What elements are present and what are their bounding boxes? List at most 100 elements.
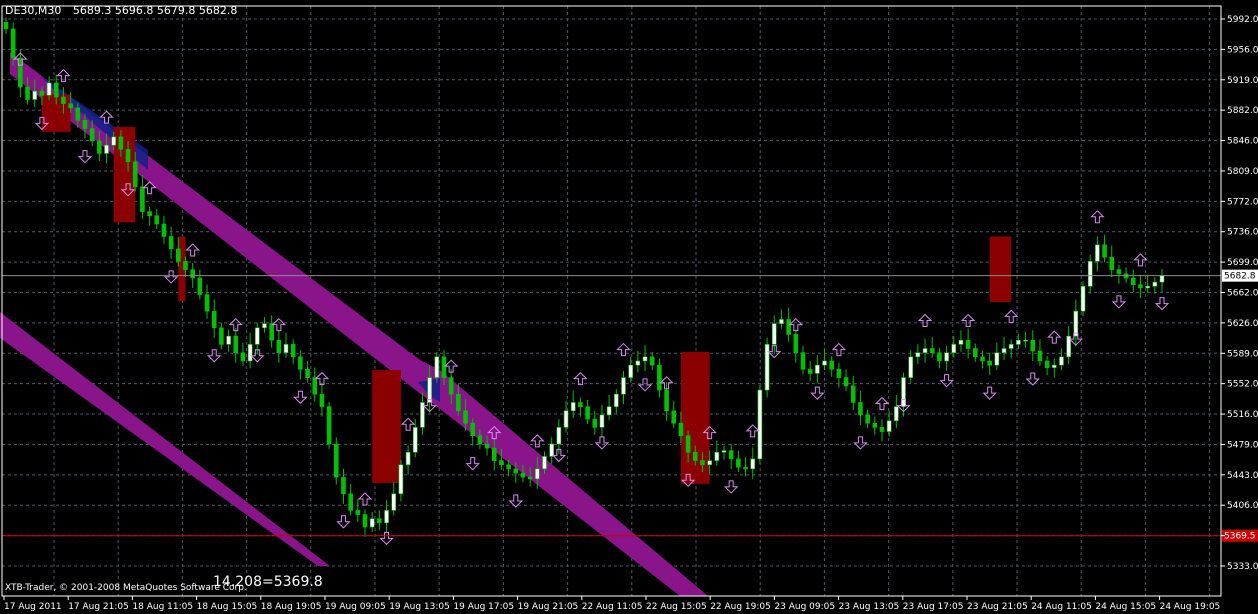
candle-body	[326, 406, 332, 445]
candle-body	[68, 103, 73, 109]
candle-body	[721, 450, 727, 453]
candle-body	[520, 472, 526, 478]
candle-body	[929, 348, 935, 353]
red-zone-box	[989, 236, 1012, 303]
candle-body	[1037, 350, 1043, 362]
x-tick-label: 22 Aug 15:05	[646, 602, 707, 612]
candle-body	[412, 427, 418, 453]
symbol-header: DE30,M30 5689.3 5696.8 5679.8 5682.8	[5, 4, 237, 17]
candle-body	[32, 90, 38, 100]
candle-body	[247, 344, 253, 362]
candle-body	[104, 144, 109, 154]
candle-body	[39, 90, 45, 96]
candle-body	[355, 510, 361, 515]
candle-body	[1130, 277, 1136, 285]
x-tick-label: 22 Aug 19:05	[710, 602, 771, 612]
candle-body	[312, 377, 318, 395]
y-tick-label: 5736.0	[1227, 228, 1258, 238]
candle-body	[901, 377, 906, 407]
candle-body	[305, 368, 310, 378]
candle-body	[628, 364, 633, 378]
candle-body	[678, 422, 684, 436]
candle-body	[53, 82, 59, 98]
candle-body	[448, 377, 454, 395]
candle-body	[405, 451, 411, 466]
x-tick-label: 17 Aug 2011	[4, 602, 62, 612]
candle-body	[161, 223, 167, 237]
candle-body	[1016, 339, 1021, 345]
candle-body	[843, 377, 849, 387]
price-chart[interactable]: 5682.8 5369.5 5992.0 5956.0 5919.0 5882.0 584…	[0, 0, 1258, 614]
x-tick-label: 23 Aug 21:05	[967, 602, 1028, 612]
candle-body	[463, 410, 468, 424]
candle-body	[570, 402, 576, 412]
candle-body	[987, 360, 992, 366]
candle-body	[190, 269, 195, 279]
candle-body	[1116, 269, 1122, 275]
candle-body	[614, 393, 619, 407]
candle-body	[1159, 275, 1165, 283]
candle-body	[535, 468, 540, 480]
candle-body	[549, 443, 554, 457]
ohlc-readout: 5689.3 5696.8 5679.8 5682.8	[73, 4, 237, 17]
candle-body	[269, 323, 274, 341]
x-tick-label: 19 Aug 13:05	[389, 602, 450, 612]
x-tick-label: 17 Aug 21:05	[68, 602, 129, 612]
y-tick-label: 5626.0	[1227, 319, 1258, 329]
candle-body	[362, 514, 368, 528]
candle-body	[829, 360, 835, 370]
candle-body	[384, 510, 389, 524]
candle-body	[1030, 339, 1036, 352]
candle-body	[944, 352, 949, 362]
candle-body	[75, 107, 81, 121]
candle-body	[685, 435, 691, 453]
x-tick-label: 24 Aug 19:05	[1160, 602, 1221, 612]
candle-body	[700, 460, 705, 466]
candle-body	[1073, 310, 1079, 337]
candle-body	[61, 96, 66, 104]
candle-body	[793, 334, 799, 353]
candle-body	[506, 464, 511, 470]
candle-body	[1102, 244, 1107, 258]
candle-body	[348, 493, 353, 511]
chart-window[interactable]: 5682.8 5369.5 5992.0 5956.0 5919.0 5882.0 584…	[0, 0, 1258, 614]
candle-body	[800, 352, 806, 370]
candle-body	[743, 466, 748, 470]
x-tick-label: 23 Aug 09:05	[774, 602, 835, 612]
candle-body	[908, 356, 913, 378]
y-tick-label: 5882.0	[1227, 106, 1258, 116]
candle-body	[771, 323, 777, 345]
y-tick-label: 5333.0	[1227, 562, 1258, 572]
candle-body	[427, 377, 432, 403]
candle-body	[333, 443, 339, 478]
y-tick-label: 5479.0	[1227, 440, 1258, 450]
candle-body	[807, 368, 813, 374]
candle-body	[850, 385, 856, 403]
candle-body	[664, 389, 669, 412]
y-tick-label: 5406.0	[1227, 501, 1258, 511]
candle-body	[491, 447, 497, 461]
candle-body	[477, 435, 483, 445]
candle-body	[736, 458, 741, 468]
candle-body	[147, 211, 152, 217]
candle-body	[872, 422, 878, 428]
y-tick-label: 5772.0	[1227, 197, 1258, 207]
candle-body	[757, 389, 763, 460]
candle-body	[341, 476, 346, 495]
candle-body	[18, 57, 23, 88]
candle-body	[111, 136, 117, 146]
y-tick-label: 5846.0	[1227, 137, 1258, 147]
x-tick-label: 19 Aug 09:05	[325, 602, 386, 612]
copyright-text: XTB-Trader, © 2001-2008 MetaQuotes Softw…	[5, 583, 247, 593]
x-tick-label: 23 Aug 13:05	[839, 602, 900, 612]
candle-body	[649, 356, 655, 366]
y-tick-label: 5809.0	[1227, 167, 1258, 177]
candle-body	[183, 261, 188, 270]
candle-body	[750, 458, 756, 470]
candle-body	[10, 28, 16, 59]
candle-body	[621, 377, 626, 395]
candle-body	[599, 414, 605, 428]
candle-body	[879, 427, 885, 432]
candle-body	[1138, 284, 1143, 289]
candle-body	[499, 460, 504, 466]
